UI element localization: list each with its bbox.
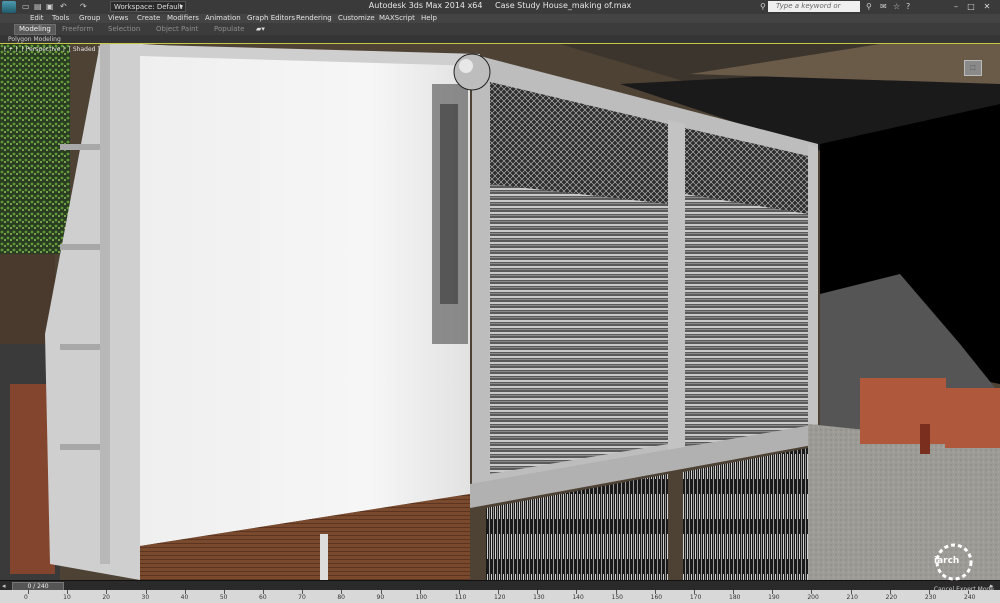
menu-group[interactable]: Group <box>79 14 100 23</box>
ruler-tick-label: 20 <box>102 594 110 601</box>
menu-create[interactable]: Create <box>137 14 160 23</box>
ruler-tick-label: 210 <box>846 594 858 601</box>
watermark-text: iarch <box>934 556 960 566</box>
ruler-tick-label: 190 <box>768 594 780 601</box>
app-title: Autodesk 3ds Max 2014 x64 <box>368 1 483 10</box>
track-bar[interactable]: 0 10 20 30 40 50 60 70 80 90 100 110 120 130 140 150 160… <box>0 590 1000 603</box>
tab-freeform[interactable]: Freeform <box>62 23 93 35</box>
maximize-button[interactable]: □ <box>965 1 977 12</box>
menu-edit[interactable]: Edit <box>30 14 44 23</box>
ruler-tick-label: 60 <box>259 594 267 601</box>
menu-help[interactable]: Help <box>421 14 437 23</box>
ruler-tick-label: 110 <box>454 594 467 601</box>
menu-tools[interactable]: Tools <box>52 14 69 23</box>
ruler-tick-label: 70 <box>298 594 306 601</box>
communication-center-icon[interactable]: ✉ <box>880 2 887 11</box>
ruler-tick-label: 170 <box>689 594 702 601</box>
viewcube-icon[interactable]: ⬚ <box>964 60 982 76</box>
perspective-viewport[interactable]: [ + ] [ Perspective ] [ Shaded ] ⬚ <box>0 43 1000 581</box>
menu-customize[interactable]: Customize <box>338 14 375 23</box>
ruler-tick-label: 40 <box>180 594 189 601</box>
tab-populate[interactable]: Populate <box>214 23 244 35</box>
ruler-tick-label: 150 <box>611 594 623 601</box>
favorites-icon[interactable]: ☆ <box>893 2 900 11</box>
menu-animation[interactable]: Animation <box>205 14 241 23</box>
ruler-tick-label: 230 <box>924 594 937 601</box>
viewport-menu-perspective[interactable]: [ Perspective ] <box>21 46 64 53</box>
ribbon-options-icon[interactable]: ▰▾ <box>256 23 265 35</box>
tab-selection[interactable]: Selection <box>108 23 140 35</box>
help-icon[interactable]: ? <box>906 2 910 11</box>
ruler-tick-label: 180 <box>729 594 741 601</box>
binoculars-icon[interactable]: ⚲ <box>760 2 766 11</box>
menu-maxscript[interactable]: MAXScript <box>379 14 415 23</box>
tab-object-paint[interactable]: Object Paint <box>156 23 198 35</box>
ruler-tick-label: 0 <box>24 594 28 601</box>
search-input[interactable]: Type a keyword or phrase <box>768 1 860 21</box>
title-bar: ▭ ▤ ▣ ↶ ↷ Workspace: Default ▾ Autodesk … <box>0 0 1000 21</box>
ruler-tick-label: 220 <box>885 594 898 601</box>
watermark-logo: iarch <box>928 540 980 584</box>
ruler-tick-label: 100 <box>415 594 428 601</box>
ruler-tick-label: 240 <box>964 594 976 601</box>
menu-rendering[interactable]: Rendering <box>296 14 332 23</box>
viewport-label[interactable]: [ + ] [ Perspective ] [ Shaded ] <box>4 46 102 53</box>
ruler-tick-label: 200 <box>807 594 819 601</box>
scene-render <box>0 44 1000 580</box>
menu-graph-editors[interactable]: Graph Editors <box>247 14 295 23</box>
ruler-tick-label: 130 <box>533 594 545 601</box>
frame-display: 0 / 240 <box>27 583 49 590</box>
ruler-tick <box>28 590 29 594</box>
close-button[interactable]: ✕ <box>981 1 993 12</box>
cancel-expert-mode-button[interactable]: Cancel Expert Mode <box>934 586 994 593</box>
ruler-tick-label: 90 <box>376 594 385 601</box>
menu-bar: Edit Tools Group Views Create Modifiers … <box>0 14 1000 23</box>
ruler-tick-label: 140 <box>572 594 584 601</box>
ruler-tick-label: 50 <box>219 594 228 601</box>
file-title: Case Study House_making of.max <box>495 1 632 10</box>
ribbon-panel-bar: Polygon Modeling <box>0 35 1000 44</box>
minimize-button[interactable]: – <box>950 1 962 12</box>
polygon-modeling-label[interactable]: Polygon Modeling <box>8 35 61 44</box>
ruler-tick-label: 80 <box>337 594 345 601</box>
ruler-tick-label: 120 <box>494 594 506 601</box>
ruler-tick-label: 30 <box>141 594 150 601</box>
ruler-tick-label: 10 <box>63 594 71 601</box>
tab-modeling[interactable]: Modeling <box>14 24 56 35</box>
menu-views[interactable]: Views <box>108 14 128 23</box>
viewport-menu-shaded[interactable]: [ Shaded ] <box>69 46 100 53</box>
menu-modifiers[interactable]: Modifiers <box>167 14 199 23</box>
viewport-menu-plus[interactable]: [ + ] <box>4 46 18 53</box>
ruler-tick-label: 160 <box>650 594 663 601</box>
search-icon[interactable]: ⚲ <box>866 2 872 11</box>
